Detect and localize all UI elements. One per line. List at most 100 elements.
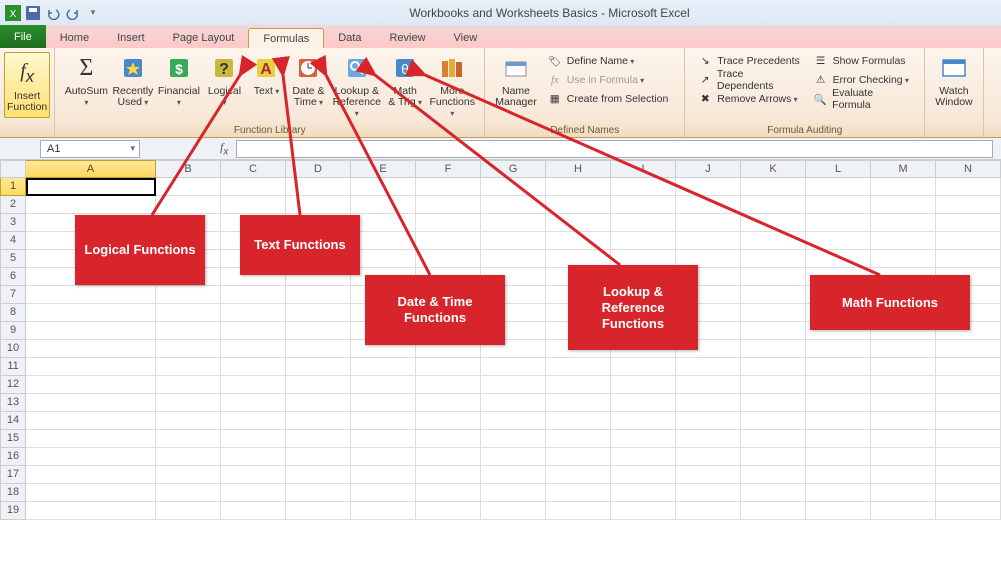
cell-C2[interactable]	[221, 196, 286, 214]
cell-N11[interactable]	[936, 358, 1001, 376]
cell-B18[interactable]	[156, 484, 221, 502]
cell-C1[interactable]	[221, 178, 286, 196]
cell-K3[interactable]	[741, 214, 806, 232]
cell-K2[interactable]	[741, 196, 806, 214]
cell-I14[interactable]	[611, 412, 676, 430]
cell-F5[interactable]	[416, 250, 481, 268]
lookup-reference-button[interactable]: Lookup & Reference	[329, 50, 384, 121]
cell-K13[interactable]	[741, 394, 806, 412]
excel-icon[interactable]: X	[4, 4, 22, 22]
column-header-G[interactable]: G	[481, 160, 546, 178]
column-header-M[interactable]: M	[871, 160, 936, 178]
tab-page-layout[interactable]: Page Layout	[159, 28, 249, 48]
cell-M18[interactable]	[871, 484, 936, 502]
cell-B19[interactable]	[156, 502, 221, 520]
undo-icon[interactable]	[44, 4, 62, 22]
cell-M15[interactable]	[871, 430, 936, 448]
cell-H17[interactable]	[546, 466, 611, 484]
cell-N14[interactable]	[936, 412, 1001, 430]
cell-H15[interactable]	[546, 430, 611, 448]
cell-A19[interactable]	[26, 502, 156, 520]
cell-G4[interactable]	[481, 232, 546, 250]
cell-J14[interactable]	[676, 412, 741, 430]
row-header-17[interactable]: 17	[0, 466, 26, 484]
cell-E18[interactable]	[351, 484, 416, 502]
cell-L10[interactable]	[806, 340, 871, 358]
cell-K15[interactable]	[741, 430, 806, 448]
column-header-C[interactable]: C	[221, 160, 286, 178]
cell-E1[interactable]	[351, 178, 416, 196]
cell-E13[interactable]	[351, 394, 416, 412]
cell-C19[interactable]	[221, 502, 286, 520]
cell-K12[interactable]	[741, 376, 806, 394]
cell-H12[interactable]	[546, 376, 611, 394]
cell-I12[interactable]	[611, 376, 676, 394]
row-header-3[interactable]: 3	[0, 214, 26, 232]
trace-dependents-button[interactable]: ↗Trace Dependents	[693, 71, 804, 89]
cell-C14[interactable]	[221, 412, 286, 430]
cell-H16[interactable]	[546, 448, 611, 466]
cell-L18[interactable]	[806, 484, 871, 502]
row-header-8[interactable]: 8	[0, 304, 26, 322]
cell-E12[interactable]	[351, 376, 416, 394]
cell-G19[interactable]	[481, 502, 546, 520]
cell-G16[interactable]	[481, 448, 546, 466]
cell-J15[interactable]	[676, 430, 741, 448]
cell-M11[interactable]	[871, 358, 936, 376]
cell-L3[interactable]	[806, 214, 871, 232]
more-functions-button[interactable]: More Functions	[426, 50, 478, 121]
cell-A11[interactable]	[26, 358, 156, 376]
cell-I15[interactable]	[611, 430, 676, 448]
row-header-14[interactable]: 14	[0, 412, 26, 430]
cell-I13[interactable]	[611, 394, 676, 412]
cell-C13[interactable]	[221, 394, 286, 412]
cell-H18[interactable]	[546, 484, 611, 502]
cell-L16[interactable]	[806, 448, 871, 466]
cell-M13[interactable]	[871, 394, 936, 412]
column-header-H[interactable]: H	[546, 160, 611, 178]
cell-F1[interactable]	[416, 178, 481, 196]
column-header-D[interactable]: D	[286, 160, 351, 178]
cell-K16[interactable]	[741, 448, 806, 466]
cell-M3[interactable]	[871, 214, 936, 232]
tab-formulas[interactable]: Formulas	[248, 28, 324, 48]
qat-dropdown-icon[interactable]: ▾	[84, 4, 102, 22]
cell-A18[interactable]	[26, 484, 156, 502]
cell-B8[interactable]	[156, 304, 221, 322]
cell-E2[interactable]	[351, 196, 416, 214]
cell-A17[interactable]	[26, 466, 156, 484]
column-header-B[interactable]: B	[156, 160, 221, 178]
cell-D16[interactable]	[286, 448, 351, 466]
cell-E5[interactable]	[351, 250, 416, 268]
row-header-9[interactable]: 9	[0, 322, 26, 340]
name-box[interactable]: A1	[40, 140, 140, 158]
cell-D7[interactable]	[286, 286, 351, 304]
row-header-5[interactable]: 5	[0, 250, 26, 268]
row-header-1[interactable]: 1	[0, 178, 26, 196]
cell-N15[interactable]	[936, 430, 1001, 448]
row-header-18[interactable]: 18	[0, 484, 26, 502]
cell-N18[interactable]	[936, 484, 1001, 502]
column-header-E[interactable]: E	[351, 160, 416, 178]
cell-C17[interactable]	[221, 466, 286, 484]
cell-B7[interactable]	[156, 286, 221, 304]
cell-A13[interactable]	[26, 394, 156, 412]
cell-I11[interactable]	[611, 358, 676, 376]
cell-D12[interactable]	[286, 376, 351, 394]
cell-F16[interactable]	[416, 448, 481, 466]
cell-M12[interactable]	[871, 376, 936, 394]
cell-F15[interactable]	[416, 430, 481, 448]
cell-N1[interactable]	[936, 178, 1001, 196]
cell-J13[interactable]	[676, 394, 741, 412]
cell-G5[interactable]	[481, 250, 546, 268]
cell-C11[interactable]	[221, 358, 286, 376]
column-header-A[interactable]: A	[26, 160, 156, 178]
cell-E3[interactable]	[351, 214, 416, 232]
cell-M10[interactable]	[871, 340, 936, 358]
cell-A16[interactable]	[26, 448, 156, 466]
cell-D11[interactable]	[286, 358, 351, 376]
cell-C9[interactable]	[221, 322, 286, 340]
cell-K5[interactable]	[741, 250, 806, 268]
cell-L14[interactable]	[806, 412, 871, 430]
file-tab[interactable]: File	[0, 25, 46, 48]
